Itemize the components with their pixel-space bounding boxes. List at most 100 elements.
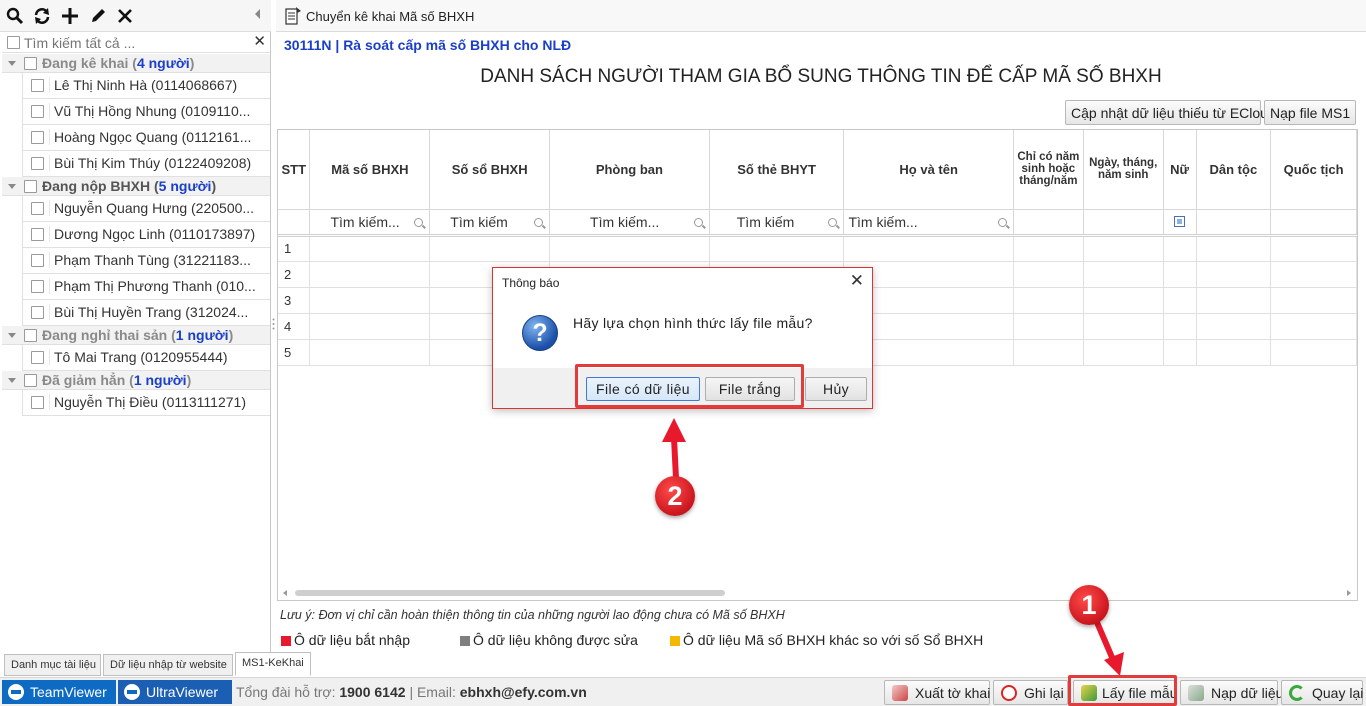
- filter-placeholder: Tìm kiếm: [450, 213, 508, 230]
- delete-icon[interactable]: [116, 7, 134, 25]
- person-label: Bùi Thị Kim Thúy (0122409208): [49, 155, 267, 171]
- expand-triangle-icon[interactable]: [8, 378, 16, 383]
- person-checkbox[interactable]: [31, 79, 44, 92]
- filter-cell[interactable]: Tìm kiếm: [429, 209, 551, 237]
- tree-group-da-giam-han[interactable]: Đã giảm hẳn (1 người): [2, 371, 270, 390]
- scroll-right-icon[interactable]: [1347, 590, 1351, 596]
- group-checkbox[interactable]: [24, 374, 37, 387]
- ultraviewer-label: UltraViewer: [146, 684, 219, 700]
- select-all-checkbox[interactable]: [7, 36, 20, 49]
- group-checkbox[interactable]: [24, 57, 37, 70]
- search-icon: [828, 217, 838, 227]
- column-header[interactable]: Mã số BHXH: [309, 130, 431, 210]
- filter-cell[interactable]: Tìm kiếm: [709, 209, 845, 237]
- female-filter-checkbox[interactable]: [1174, 215, 1186, 227]
- tab-ms1-kekhai[interactable]: MS1-KeKhai: [235, 652, 311, 676]
- tree-person-row[interactable]: Lê Thị Ninh Hà (0114068667): [22, 73, 270, 99]
- tree-person-row[interactable]: Bùi Thị Huyền Trang (312024...: [22, 300, 270, 326]
- person-checkbox[interactable]: [31, 306, 44, 319]
- person-checkbox[interactable]: [31, 351, 44, 364]
- refresh-icon[interactable]: [33, 7, 51, 25]
- clear-search-icon[interactable]: ✕: [253, 33, 266, 51]
- add-icon[interactable]: [61, 7, 79, 25]
- close-icon[interactable]: ✕: [850, 271, 864, 291]
- column-header[interactable]: STT: [278, 130, 311, 210]
- load-data-button[interactable]: Nạp dữ liệu: [1180, 680, 1283, 705]
- report-title: DANH SÁCH NGƯỜI THAM GIA BỔ SUNG THÔNG T…: [480, 66, 1162, 87]
- column-header[interactable]: Dân tộc: [1196, 130, 1272, 210]
- tree-person-row[interactable]: Nguyễn Thị Điều (0113111271): [22, 390, 270, 416]
- grid-header-row: STT Mã số BHXH Số sổ BHXH Phòng ban Số t…: [278, 130, 1357, 210]
- person-checkbox[interactable]: [31, 280, 44, 293]
- load-ms1-file-button[interactable]: Nạp file MS1: [1264, 100, 1356, 125]
- scroll-left-icon[interactable]: [283, 590, 287, 596]
- tree-person-row[interactable]: Bùi Thị Kim Thúy (0122409208): [22, 151, 270, 177]
- cancel-button[interactable]: Hủy: [805, 377, 867, 401]
- yellow-swatch: [670, 636, 680, 646]
- support-email: ebhxh@efy.com.vn: [459, 684, 587, 700]
- column-header[interactable]: Phòng ban: [549, 130, 710, 210]
- column-header[interactable]: Chỉ có năm sinh hoặc tháng/năm: [1013, 130, 1084, 210]
- tree-group-dang-nghi-thai-san[interactable]: Đang nghỉ thai sản (1 người): [2, 326, 270, 345]
- tree-person-row[interactable]: Tô Mai Trang (0120955444): [22, 345, 270, 371]
- column-header[interactable]: Số thẻ BHYT: [709, 130, 845, 210]
- ultraviewer-button[interactable]: UltraViewer: [118, 680, 232, 704]
- save-icon: [1001, 685, 1017, 701]
- person-checkbox[interactable]: [31, 254, 44, 267]
- table-row[interactable]: 1: [278, 235, 1357, 262]
- column-header[interactable]: Ngày, tháng, năm sinh: [1083, 130, 1164, 210]
- column-header[interactable]: Họ và tên: [843, 130, 1014, 210]
- filter-cell[interactable]: Tìm kiếm...: [309, 209, 431, 237]
- group-checkbox[interactable]: [24, 329, 37, 342]
- button-label: Xuất tờ khai: [915, 685, 991, 701]
- expand-triangle-icon[interactable]: [8, 333, 16, 338]
- email-label: Email:: [416, 684, 456, 700]
- edit-icon[interactable]: [89, 7, 107, 25]
- tree-person-row[interactable]: Hoàng Ngọc Quang (0112161...: [22, 125, 270, 151]
- expand-triangle-icon[interactable]: [8, 61, 16, 66]
- tree-group-dang-nop-bhxh[interactable]: Đang nộp BHXH (5 người): [2, 177, 270, 196]
- column-header[interactable]: Quốc tịch: [1270, 130, 1357, 210]
- button-label: Quay lại: [1312, 685, 1364, 701]
- row-number: 2: [278, 261, 311, 288]
- tree-search-row: ✕: [2, 33, 270, 53]
- tree-group-dang-ke-khai[interactable]: Đang kê khai (4 người): [2, 54, 270, 73]
- filter-cell[interactable]: [1163, 209, 1197, 237]
- gray-swatch: [460, 636, 470, 646]
- scrollbar-thumb[interactable]: [295, 590, 725, 596]
- search-icon: [693, 217, 703, 227]
- tab-danh-muc-tai-lieu[interactable]: Danh mục tài liệu: [4, 654, 101, 676]
- filter-cell-empty: [1196, 209, 1272, 237]
- tree-person-row[interactable]: Dương Ngọc Linh (0110173897): [22, 222, 270, 248]
- row-number: 1: [278, 235, 311, 262]
- group-checkbox[interactable]: [24, 180, 37, 193]
- update-from-ecloud-button[interactable]: Cập nhật dữ liệu thiếu từ ECloud: [1065, 100, 1276, 125]
- export-declaration-button[interactable]: Xuất tờ khai: [884, 680, 990, 705]
- tree-search-input[interactable]: [22, 34, 252, 51]
- person-checkbox[interactable]: [31, 396, 44, 409]
- collapse-panel-icon[interactable]: [255, 9, 260, 19]
- person-checkbox[interactable]: [31, 105, 44, 118]
- tree-person-row[interactable]: Vũ Thị Hồng Nhung (0109110...: [22, 99, 270, 125]
- legend-label: Ô dữ liệu bắt nhập: [294, 632, 411, 648]
- save-button[interactable]: Ghi lại: [993, 680, 1068, 705]
- column-header[interactable]: Nữ: [1163, 130, 1197, 210]
- horizontal-scrollbar[interactable]: [283, 588, 1351, 598]
- back-button[interactable]: Quay lại: [1281, 680, 1363, 705]
- legend-label: Ô dữ liệu không được sửa: [473, 632, 638, 648]
- search-icon[interactable]: [6, 7, 24, 25]
- filter-cell[interactable]: Tìm kiếm...: [549, 209, 710, 237]
- person-checkbox[interactable]: [31, 131, 44, 144]
- person-checkbox[interactable]: [31, 228, 44, 241]
- column-header[interactable]: Số sổ BHXH: [429, 130, 551, 210]
- expand-triangle-icon[interactable]: [8, 184, 16, 189]
- person-checkbox[interactable]: [31, 202, 44, 215]
- tree-person-row[interactable]: Phạm Thanh Tùng (31221183...: [22, 248, 270, 274]
- splitter-handle[interactable]: [272, 318, 275, 330]
- tree-person-row[interactable]: Phạm Thị Phương Thanh (010...: [22, 274, 270, 300]
- tree-person-row[interactable]: Nguyễn Quang Hưng (220500...: [22, 196, 270, 222]
- teamviewer-button[interactable]: TeamViewer: [2, 680, 116, 704]
- tab-du-lieu-nhap-tu-website[interactable]: Dữ liệu nhập từ website: [103, 654, 233, 676]
- person-checkbox[interactable]: [31, 157, 44, 170]
- filter-cell[interactable]: Tìm kiếm...: [843, 209, 1014, 237]
